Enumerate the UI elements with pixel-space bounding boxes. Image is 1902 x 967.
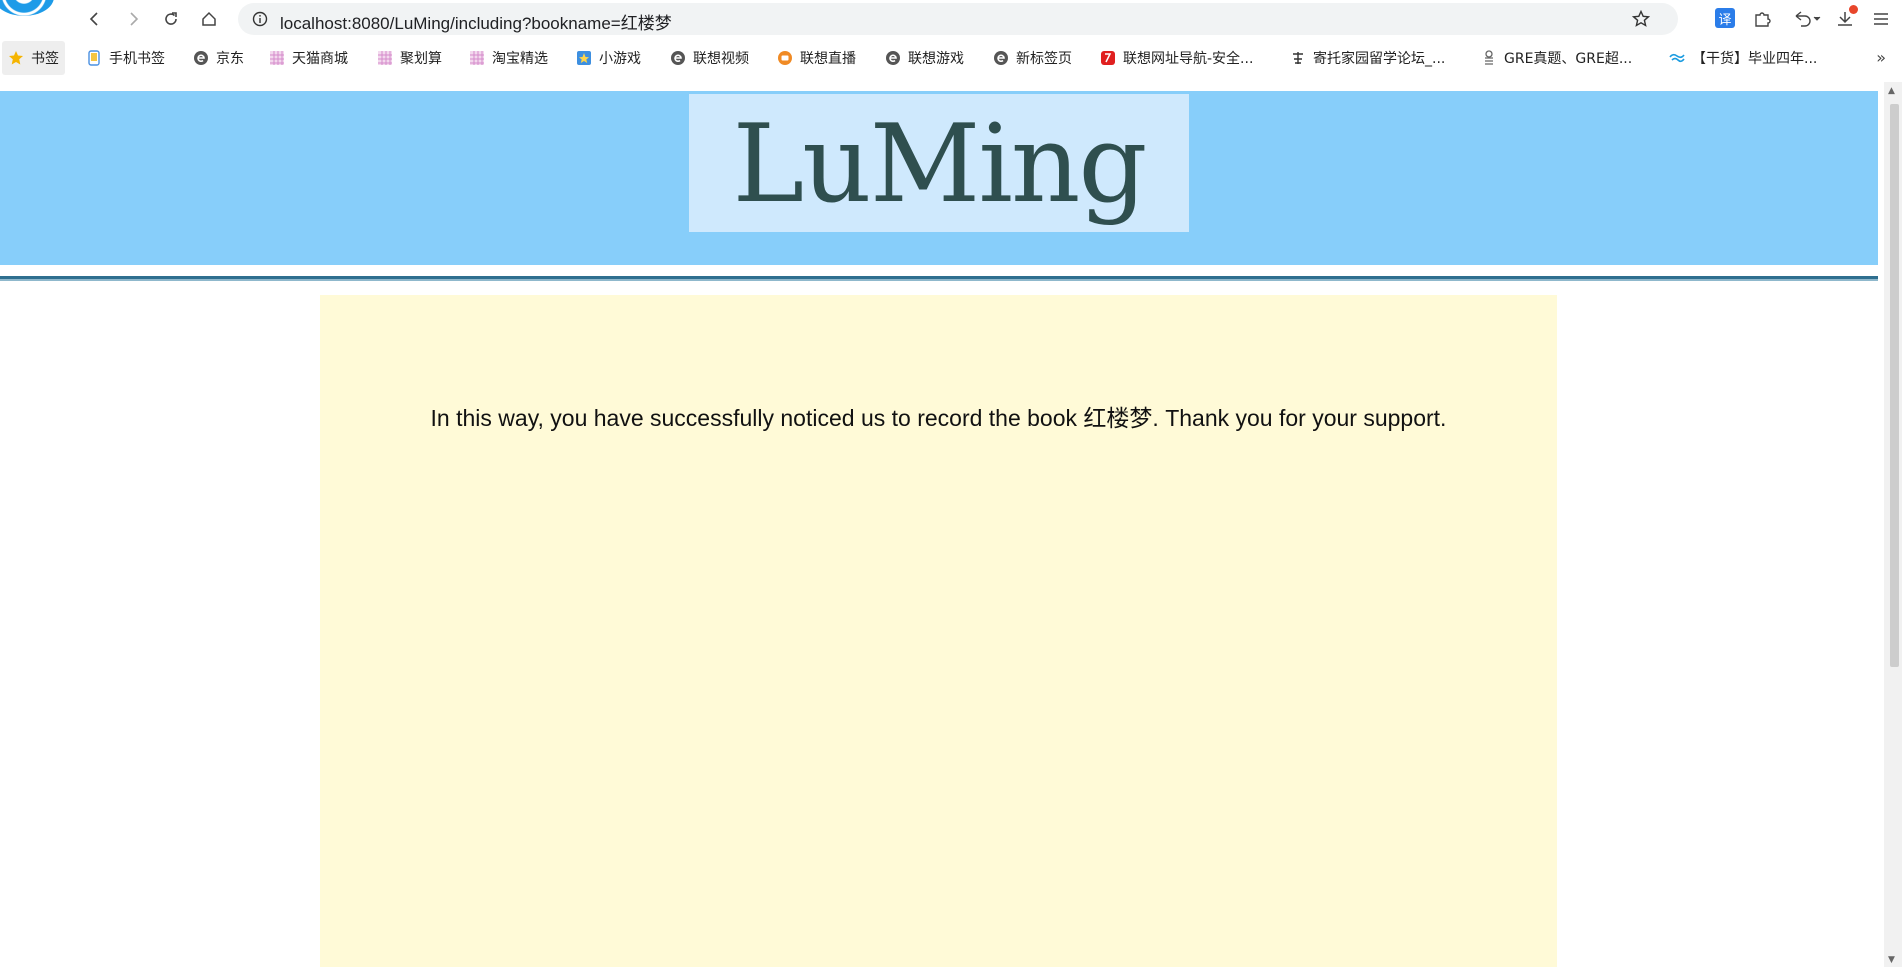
grid-icon xyxy=(470,51,484,65)
bookmark-item-lenovo-live[interactable]: 联想直播 xyxy=(777,41,856,75)
game-icon xyxy=(577,51,591,65)
bookmark-item-lenovo-nav[interactable]: 联想网址导航-安全... xyxy=(1100,41,1253,75)
downloads-button[interactable] xyxy=(1834,5,1858,30)
bookmark-item-gre[interactable]: GRE真题、GRE超... xyxy=(1481,41,1632,75)
home-icon xyxy=(202,11,216,26)
main-content-panel: In this way, you have successfully notic… xyxy=(320,295,1557,967)
forward-button[interactable] xyxy=(118,4,148,34)
bookmark-item-tmall[interactable]: 天猫商城 xyxy=(269,41,348,75)
e-icon xyxy=(194,51,208,65)
bookmark-label: 天猫商城 xyxy=(292,51,348,67)
gre-icon xyxy=(1485,50,1493,65)
phone-icon xyxy=(88,50,100,66)
scroll-up-arrow-icon[interactable]: ▲ xyxy=(1888,86,1895,96)
bookmark-item-lenovo-video[interactable]: 联想视频 xyxy=(670,41,749,75)
star-icon xyxy=(9,51,23,65)
address-bar[interactable]: localhost:8080/LuMing/including?bookname… xyxy=(238,3,1678,35)
bookmark-label: 寄托家园留学论坛_... xyxy=(1313,51,1446,67)
bookmark-item-jituo[interactable]: 寄托家园留学论坛_... xyxy=(1290,41,1445,75)
chevron-right-icon xyxy=(130,12,139,26)
browser-toolbar: localhost:8080/LuMing/including?bookname… xyxy=(0,0,1902,38)
extensions-button[interactable] xyxy=(1752,8,1774,30)
bookmark-label: 淘宝精选 xyxy=(492,51,548,67)
e-icon xyxy=(886,51,900,65)
e-icon xyxy=(994,51,1008,65)
reload-button[interactable] xyxy=(156,4,186,34)
url-text[interactable]: localhost:8080/LuMing/including?bookname… xyxy=(280,9,672,34)
header-divider-shadow xyxy=(0,279,1878,281)
bookmark-label: 京东 xyxy=(216,51,244,67)
bookmark-item-mobile[interactable]: 手机书签 xyxy=(86,41,165,75)
site-logo-text: LuMing xyxy=(732,102,1147,227)
bookmark-label: 新标签页 xyxy=(1016,51,1072,67)
bookmark-label: 【干货】毕业四年... xyxy=(1692,51,1818,67)
bookmark-item-lenovo-games[interactable]: 联想游戏 xyxy=(885,41,964,75)
undo-icon xyxy=(1795,11,1821,27)
notification-dot xyxy=(1849,5,1858,14)
wave-icon xyxy=(1669,53,1685,63)
bookmark-item-shuqian[interactable]: 书签 xyxy=(2,41,65,75)
info-icon[interactable] xyxy=(252,11,268,27)
translate-icon[interactable]: 译 xyxy=(1715,8,1735,28)
bookmark-item-jd[interactable]: 京东 xyxy=(193,41,244,75)
chevron-left-icon xyxy=(89,12,98,26)
scroll-down-arrow-icon[interactable]: ▼ xyxy=(1888,955,1895,965)
page-viewport: LuMing In this way, you have successfull… xyxy=(0,88,1878,967)
bookmark-label: 聚划算 xyxy=(400,51,442,67)
bookmark-item-taobao[interactable]: 淘宝精选 xyxy=(469,41,548,75)
back-button[interactable] xyxy=(80,4,110,34)
grid-icon xyxy=(378,51,392,65)
puzzle-icon xyxy=(1755,12,1771,27)
bookmark-label: GRE真题、GRE超... xyxy=(1504,51,1633,67)
jituo-icon xyxy=(1293,52,1303,64)
e-icon xyxy=(671,51,685,65)
site-header: LuMing xyxy=(0,91,1878,265)
logo-box: LuMing xyxy=(689,94,1189,232)
undo-close-tab-button[interactable] xyxy=(1790,8,1824,30)
bookmark-item-article[interactable]: 【干货】毕业四年... xyxy=(1669,41,1817,75)
bookmark-label: 联想游戏 xyxy=(908,51,964,67)
bookmark-item-new-tab[interactable]: 新标签页 xyxy=(993,41,1072,75)
browser-logo-icon xyxy=(0,0,54,16)
bookmark-star-icon[interactable] xyxy=(1632,10,1650,28)
bookmark-item-games[interactable]: 小游戏 xyxy=(576,41,641,75)
menu-button[interactable] xyxy=(1870,8,1892,30)
bookmark-label: 小游戏 xyxy=(599,51,641,67)
bookmark-label: 联想网址导航-安全... xyxy=(1123,51,1254,67)
lenovo-icon xyxy=(1101,51,1115,65)
scrollbar-thumb[interactable] xyxy=(1890,104,1899,667)
live-icon xyxy=(778,51,792,65)
bookmark-label: 书签 xyxy=(31,51,59,67)
hamburger-menu-icon xyxy=(1874,13,1888,25)
grid-icon xyxy=(270,51,284,65)
bookmark-label: 手机书签 xyxy=(109,51,165,67)
bookmarks-bar: 书签 手机书签 京东 天猫商城 聚划算 淘宝精选 小游戏 联想视频 联想直播 联… xyxy=(0,41,1902,75)
home-button[interactable] xyxy=(194,4,224,34)
bookmarks-overflow-button[interactable]: » xyxy=(1876,48,1886,67)
vertical-scrollbar[interactable]: ▲ ▼ xyxy=(1884,82,1902,967)
bookmark-item-juhuasuan[interactable]: 聚划算 xyxy=(377,41,442,75)
bookmark-label: 联想视频 xyxy=(693,51,749,67)
confirmation-message: In this way, you have successfully notic… xyxy=(430,405,1447,431)
bookmark-label: 联想直播 xyxy=(800,51,856,67)
reload-icon xyxy=(165,12,177,25)
